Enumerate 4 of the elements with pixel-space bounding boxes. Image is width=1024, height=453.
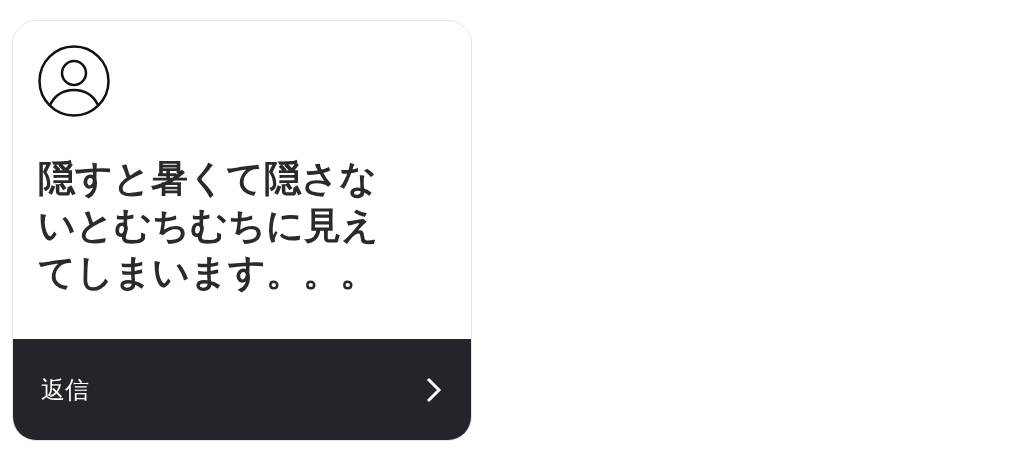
reply-button[interactable]: 返信	[13, 339, 471, 440]
avatar-icon	[38, 45, 110, 117]
chevron-right-icon	[425, 375, 443, 404]
comment-text: 隠すと暑くて隠さないとむちむちに見えてしまいます。。。	[38, 156, 380, 296]
